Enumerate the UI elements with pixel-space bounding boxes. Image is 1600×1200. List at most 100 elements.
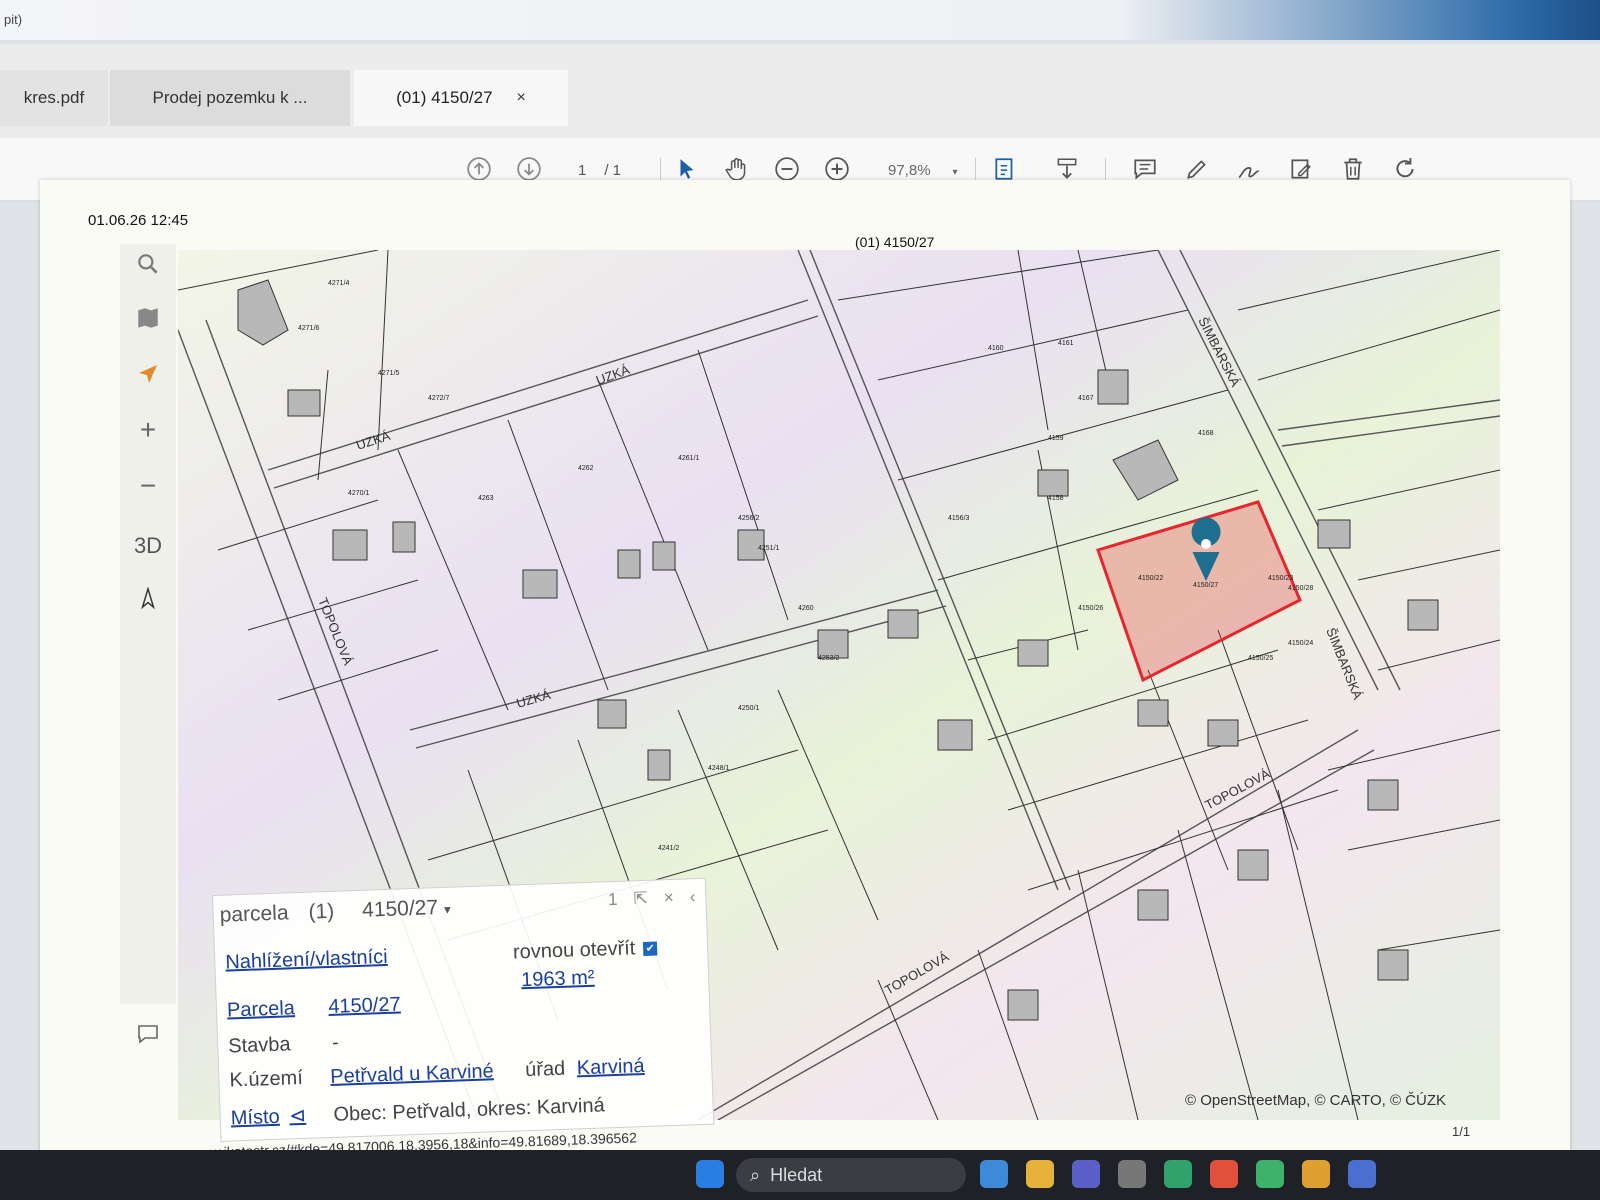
parcel-number-label: 4271/6 — [298, 325, 320, 332]
building — [392, 521, 416, 553]
tab-close-button[interactable]: × — [517, 89, 526, 107]
app-icon[interactable] — [1164, 1160, 1192, 1188]
area-link[interactable]: 1963 m² — [521, 967, 595, 992]
compass-icon[interactable] — [126, 578, 170, 618]
tab-label: Prodej pozemku k ... — [152, 88, 308, 107]
building — [1207, 719, 1239, 747]
parcel-number-link[interactable]: 4150/27 — [328, 993, 401, 1018]
page-number[interactable]: 1 / 1 — [578, 162, 621, 179]
popup-header: parcela (1) 4150/27 ▾ — [219, 896, 451, 928]
app-icon[interactable] — [980, 1160, 1008, 1188]
building — [887, 609, 919, 639]
place-row: Místo ⊲ Obec: Petřvald, okres: Karviná — [230, 1092, 605, 1130]
place-link[interactable]: Místo — [230, 1106, 280, 1130]
search-icon[interactable] — [126, 244, 170, 284]
cadastral-link[interactable]: Petřvald u Karviné — [330, 1060, 494, 1088]
parcel-number-label: 4150/23 — [1268, 575, 1293, 582]
building-row: Stavba - — [228, 1032, 339, 1059]
taskbar-search[interactable]: ⌕ Hledat — [736, 1158, 966, 1192]
map-attribution: © OpenStreetMap, © CARTO, © ČÚZK — [1185, 1092, 1447, 1109]
parcel-number-label: 4260 — [798, 605, 814, 612]
parcel-number-label: 4150/24 — [1288, 640, 1313, 647]
comment-icon[interactable] — [126, 1014, 170, 1054]
parcel-number-label: 4270/1 — [348, 490, 370, 497]
building — [1407, 599, 1439, 631]
building — [1017, 639, 1049, 667]
parcel-number-label: 4167 — [1078, 395, 1094, 402]
zoom-in-button[interactable]: + — [126, 410, 170, 450]
locate-arrow-icon[interactable] — [126, 354, 170, 394]
tab-prodej-pozemku[interactable]: Prodej pozemku k ... — [110, 70, 350, 126]
chevron-down-icon[interactable]: ▾ — [444, 902, 451, 917]
tab-label: kres.pdf — [23, 88, 85, 107]
parcel-number-label: 4150/22 — [1138, 575, 1163, 582]
parcel-info-popup: parcela (1) 4150/27 ▾ 1 ⇱ × ‹ Nahlížení/vlastn… — [212, 877, 715, 1142]
building — [1237, 849, 1269, 881]
tab-active-parcel[interactable]: (01) 4150/27 × — [354, 70, 568, 126]
zoom-out-button[interactable]: − — [126, 466, 170, 506]
share-icon[interactable]: ⇱ — [633, 889, 648, 908]
place-icon[interactable]: ⊲ — [289, 1105, 307, 1128]
building-label: Stavba — [227, 1033, 291, 1058]
popup-number: (1) — [308, 899, 335, 924]
building — [617, 549, 641, 579]
tab-kres-pdf[interactable]: kres.pdf — [0, 70, 108, 126]
close-icon[interactable]: × — [663, 888, 674, 907]
view-owner-link[interactable]: Nahlížení/vlastníci — [225, 946, 388, 974]
zoom-select[interactable]: 97,8% ▾ — [888, 162, 958, 179]
office-label: úřad — [524, 1057, 566, 1082]
folder-icon[interactable] — [1026, 1160, 1054, 1188]
popup-parcel-id[interactable]: 4150/27 — [362, 896, 439, 922]
open-directly-checkbox[interactable]: ✔ — [643, 941, 658, 956]
app-icon[interactable] — [1348, 1160, 1376, 1188]
page-title: (01) 4150/27 — [855, 234, 935, 250]
page-total: / 1 — [604, 162, 622, 179]
parcel-number-label: 4251/1 — [758, 545, 780, 552]
building — [647, 749, 671, 781]
parcel-number-label: 4150/28 — [1288, 585, 1313, 592]
tab-label: (01) 4150/27 — [396, 88, 493, 107]
map-layers-icon[interactable] — [126, 298, 170, 338]
building — [817, 629, 849, 659]
parcel-number-label: 4250/1 — [738, 705, 760, 712]
app-icon[interactable] — [1256, 1160, 1284, 1188]
parcel-number-label: 4256/2 — [738, 515, 760, 522]
building — [1097, 369, 1129, 405]
building — [1137, 889, 1169, 921]
popup-type: parcela — [219, 901, 289, 927]
print-timestamp: 01.06.26 12:45 — [88, 212, 189, 229]
building — [522, 569, 558, 599]
page-counter: 1/1 — [1452, 1124, 1471, 1139]
building — [652, 541, 676, 571]
teams-icon[interactable] — [1072, 1160, 1100, 1188]
building — [1367, 779, 1399, 811]
zoom-value: 97,8% — [888, 162, 931, 179]
page-current[interactable]: 1 — [578, 162, 586, 179]
parcel-number-label: 4263 — [478, 495, 494, 502]
parcel-number-label: 4150/25 — [1248, 655, 1273, 662]
view-3d-button[interactable]: 3D — [126, 526, 170, 566]
parcel-number-label: 4253/2 — [818, 655, 840, 662]
app-icon[interactable] — [1302, 1160, 1330, 1188]
parcel-number-label: 4160 — [988, 345, 1004, 352]
parcel-number-label: 4158 — [1048, 495, 1064, 502]
building — [1037, 469, 1069, 497]
gear-icon[interactable] — [1118, 1160, 1146, 1188]
open-directly-label: rovnou otevřít — [512, 937, 636, 964]
browser-icon[interactable] — [1210, 1160, 1238, 1188]
windows-taskbar: ⌕ Hledat — [0, 1150, 1600, 1200]
building — [1317, 519, 1351, 549]
parcel-link[interactable]: Parcela — [227, 997, 296, 1021]
area-row: 1963 m² — [521, 967, 595, 993]
collapse-icon[interactable]: ‹ — [689, 887, 695, 906]
building — [1377, 949, 1409, 981]
parcel-number-label: 4168 — [1198, 430, 1214, 437]
cadastral-row: K.území Petřvald u Karviné úřad Karviná — [229, 1055, 645, 1092]
window-title: pit) — [4, 12, 23, 27]
building — [1007, 989, 1039, 1021]
building — [597, 699, 627, 729]
parcel-number-label: 4248/1 — [708, 765, 730, 772]
office-link[interactable]: Karviná — [576, 1055, 645, 1079]
parcel-number-label: 4241/2 — [658, 845, 680, 852]
windows-start-icon[interactable] — [696, 1160, 724, 1188]
